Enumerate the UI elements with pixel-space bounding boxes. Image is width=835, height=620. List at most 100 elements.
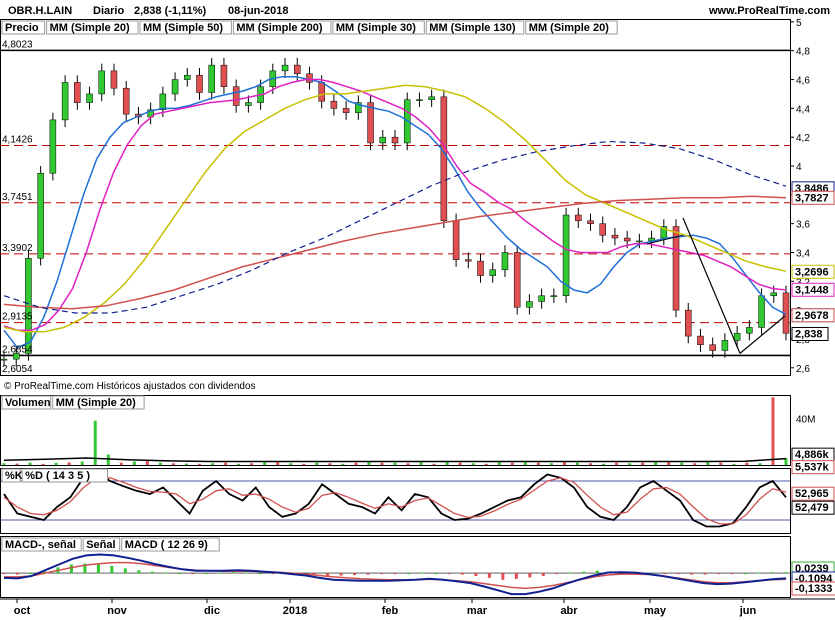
macd-histogram-bar [191,573,195,575]
volume-bar [706,462,710,465]
volume-bar [667,462,671,465]
volume-bar [758,463,762,465]
macd-line [4,561,787,590]
candle [61,82,69,121]
price-tick-label: 4,8 [796,47,810,58]
stock-chart: OBR.H.LAIN Diario 2,838 (-1,11%) 08-jun-201… [0,5,835,617]
month-label: abr [560,605,578,617]
volume-bar [471,463,475,465]
volume-bar [289,463,293,465]
macd-histogram-bar [15,573,19,575]
stoch-value-tag: 52,965 [795,488,829,500]
volume-bar [198,463,201,465]
macd-histogram-bar [433,573,437,575]
volume-bar [354,462,358,465]
macd-histogram-bar [595,570,599,574]
volume-bar [680,462,684,465]
ma-line [3,75,787,349]
candle [428,96,435,100]
month-label: dic [204,605,220,617]
macd-histogram-bar [353,573,357,576]
macd-histogram-bar [393,573,397,575]
candle [37,172,44,259]
candle [391,136,399,144]
candle [208,64,215,93]
candle [746,327,753,334]
candle [122,87,130,115]
price-tick-label: 4,4 [796,104,810,115]
macd-histogram-bar [703,573,707,575]
volume-bar [458,462,462,465]
month-label: mar [467,605,488,617]
header-date: 08-jun-2018 [228,5,289,17]
volume-bar [119,462,123,465]
volume-bar [484,463,488,465]
macd-histogram-bar [744,573,748,575]
volume-bar [536,462,540,465]
candle [306,73,313,83]
volume-tick-label: 40M [796,414,815,425]
macd-histogram-bar [164,572,168,574]
candle [489,269,496,276]
volume-bar [54,462,58,465]
volume-bar [393,462,397,465]
candle [685,309,692,337]
candle [611,234,619,239]
macd-histogram-bar [555,573,559,575]
volume-bar [67,462,71,465]
volume-bar [575,462,579,465]
volume-bar [732,463,736,465]
candle [110,70,118,89]
price-value-tag: 3,1448 [795,284,829,296]
volume-bar [158,462,162,465]
candle [330,100,338,109]
macd-histogram-bar [730,573,734,575]
macd-histogram-bar [204,573,208,575]
header-site: www.ProRealTime.com [708,5,830,17]
price-tick-label: 4 [796,162,802,173]
candle [733,332,741,341]
macd-histogram-bar [406,573,410,575]
volume-bar [615,462,619,465]
legend-label: MACD ( 12 26 9) [125,539,208,551]
stoch-value-tag: 52,479 [795,502,829,514]
volume-bar [184,463,188,465]
macd-histogram-bar [528,573,532,578]
macd-histogram-bar [541,573,545,576]
macd-value-tag: -0,1333 [795,583,832,595]
candle [721,340,729,351]
macd-histogram-bar [245,572,249,574]
macd-histogram-bar [218,572,222,574]
volume-bar [250,463,254,465]
macd-histogram-bar [784,572,788,574]
candle [0,358,8,361]
volume-bar [406,463,410,465]
candle [232,86,240,106]
volume-bar [419,462,423,465]
legend-label: MM (Simple 50) [143,22,223,34]
month-label: feb [382,605,399,617]
candle [770,292,778,296]
price-tick-label: 3,6 [796,220,810,231]
candle [86,93,93,103]
macd-histogram-bar [150,571,154,574]
stoch-line [3,470,787,528]
macd-histogram-bar [514,573,518,579]
candle [159,93,167,111]
legend-label: MACD-, señal [5,539,76,551]
level-label: 2,6854 [2,344,33,355]
header-symbol: OBR.H.LAIN [8,5,72,17]
macd-histogram-bar [380,573,384,575]
candle [184,74,191,80]
trend-line-down [682,217,741,354]
legend-label: MM (Simple 20) [50,22,130,34]
level-label: 4,1426 [2,134,33,145]
month-label: may [644,605,667,617]
panel-frame-2 [0,468,791,534]
candle [672,226,680,311]
price-tick-label: 4,2 [796,133,810,144]
volume-bar [628,463,632,465]
macd-histogram-bar [501,573,505,580]
legend-label: MM (Simple 130) [429,22,516,34]
candle [171,79,179,95]
